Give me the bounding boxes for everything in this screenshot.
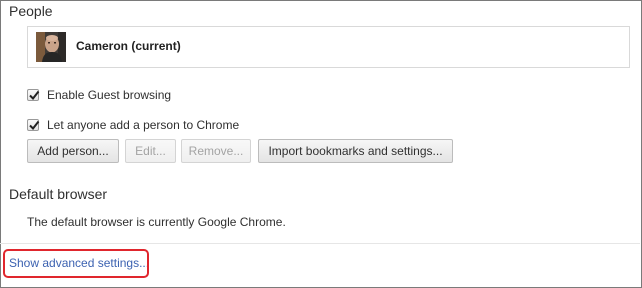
profiles-list: Cameron (current) bbox=[27, 26, 630, 68]
people-section-title: People bbox=[9, 3, 53, 19]
divider bbox=[0, 243, 640, 244]
checkmark-icon bbox=[29, 120, 40, 131]
guest-browsing-option: Enable Guest browsing bbox=[27, 87, 171, 103]
checkmark-icon bbox=[29, 90, 40, 101]
add-person-button[interactable]: Add person... bbox=[27, 139, 119, 163]
profile-row-current[interactable]: Cameron (current) bbox=[28, 27, 629, 67]
default-browser-status: The default browser is currently Google … bbox=[27, 215, 286, 229]
anyone-add-person-checkbox[interactable] bbox=[27, 119, 40, 131]
default-browser-section-title: Default browser bbox=[9, 186, 108, 202]
anyone-add-person-label[interactable]: Let anyone add a person to Chrome bbox=[47, 118, 239, 132]
remove-person-button[interactable]: Remove... bbox=[181, 139, 251, 163]
user-photo-avatar-icon bbox=[36, 32, 66, 62]
import-bookmarks-button[interactable]: Import bookmarks and settings... bbox=[258, 139, 453, 163]
profile-name: Cameron (current) bbox=[76, 39, 181, 53]
edit-person-button[interactable]: Edit... bbox=[125, 139, 176, 163]
guest-browsing-label[interactable]: Enable Guest browsing bbox=[47, 88, 171, 102]
guest-browsing-checkbox[interactable] bbox=[27, 89, 40, 101]
highlight-annotation bbox=[3, 249, 149, 278]
anyone-add-person-option: Let anyone add a person to Chrome bbox=[27, 117, 239, 133]
